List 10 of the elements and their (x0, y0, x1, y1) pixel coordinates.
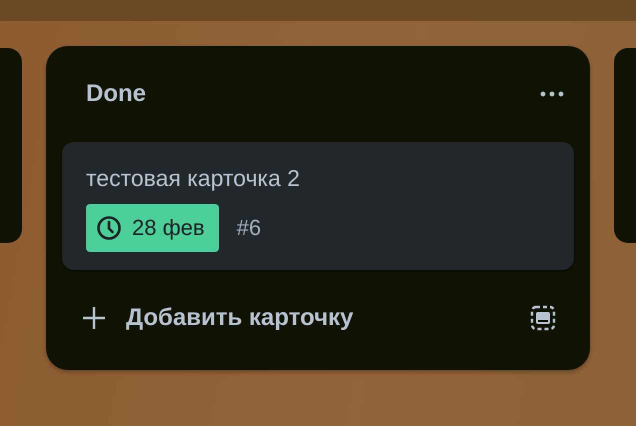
more-icon[interactable] (540, 91, 564, 97)
plus-icon (82, 306, 106, 330)
card-title: тестовая карточка 2 (86, 164, 301, 192)
add-card-button[interactable]: Добавить карточку (82, 304, 354, 332)
template-icon[interactable] (530, 305, 556, 331)
list-title[interactable]: Done (86, 80, 146, 108)
clock-icon (96, 215, 122, 241)
due-date-badge[interactable]: 28 фев (86, 204, 219, 252)
card-number: #6 (236, 215, 262, 241)
card[interactable]: тестовая карточка 2 28 фев #6 (62, 142, 574, 270)
